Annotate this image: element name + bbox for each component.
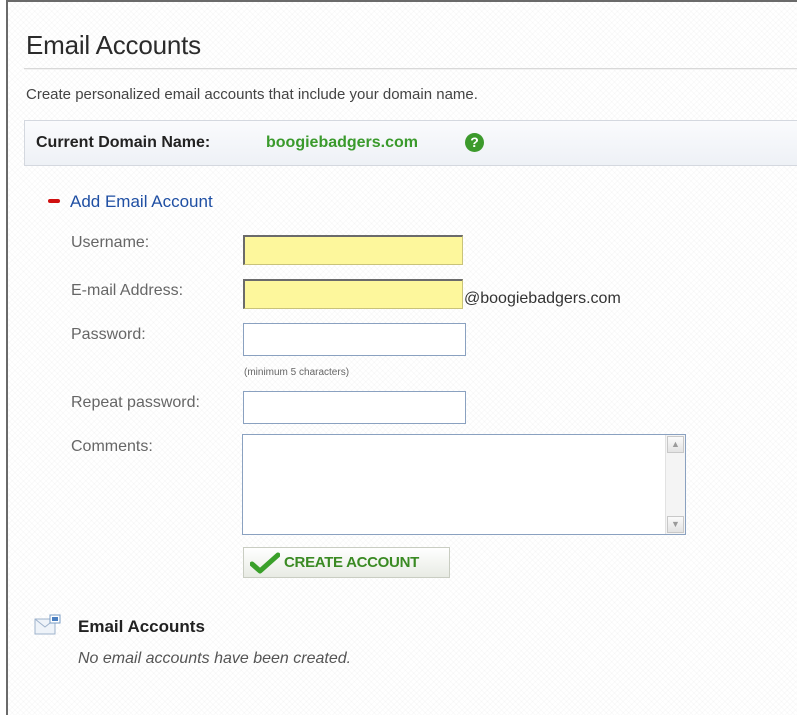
repeat-password-input[interactable] bbox=[243, 391, 466, 424]
collapse-minus-icon[interactable] bbox=[48, 199, 60, 203]
comments-textarea[interactable] bbox=[243, 435, 667, 534]
create-account-label: CREATE ACCOUNT bbox=[284, 554, 419, 571]
repeat-password-label: Repeat password: bbox=[71, 394, 200, 411]
email-accounts-heading: Email Accounts bbox=[78, 617, 205, 636]
email-accounts-panel: Email Accounts Create personalized email… bbox=[6, 0, 797, 715]
email-address-input[interactable] bbox=[243, 279, 463, 309]
current-domain-value: boogiebadgers.com bbox=[266, 134, 419, 151]
scroll-up-icon[interactable]: ▲ bbox=[667, 436, 684, 453]
add-email-account-link[interactable]: Add Email Account bbox=[70, 192, 213, 212]
no-accounts-message: No email accounts have been created. bbox=[78, 650, 352, 667]
scroll-down-icon[interactable]: ▼ bbox=[667, 516, 684, 533]
title-divider bbox=[24, 68, 797, 70]
comments-field: ▲ ▼ bbox=[242, 434, 686, 535]
email-address-label: E-mail Address: bbox=[71, 282, 184, 299]
comments-label: Comments: bbox=[71, 438, 153, 455]
password-input[interactable] bbox=[243, 323, 466, 356]
current-domain-label: Current Domain Name: bbox=[36, 134, 211, 151]
help-icon[interactable]: ? bbox=[465, 133, 484, 152]
username-label: Username: bbox=[71, 234, 150, 251]
username-input[interactable] bbox=[243, 235, 463, 265]
password-label: Password: bbox=[71, 326, 146, 343]
comments-scrollbar[interactable]: ▲ ▼ bbox=[665, 435, 685, 534]
page-title: Email Accounts bbox=[26, 30, 201, 60]
intro-text: Create personalized email accounts that … bbox=[26, 86, 478, 103]
email-domain-suffix: @boogiebadgers.com bbox=[464, 290, 621, 307]
email-accounts-icon bbox=[34, 614, 61, 635]
create-account-button[interactable]: CREATE ACCOUNT bbox=[243, 547, 450, 578]
current-domain-bar: Current Domain Name: boogiebadgers.com ? bbox=[24, 120, 797, 166]
password-hint: (minimum 5 characters) bbox=[244, 367, 350, 378]
checkmark-icon bbox=[250, 552, 280, 573]
